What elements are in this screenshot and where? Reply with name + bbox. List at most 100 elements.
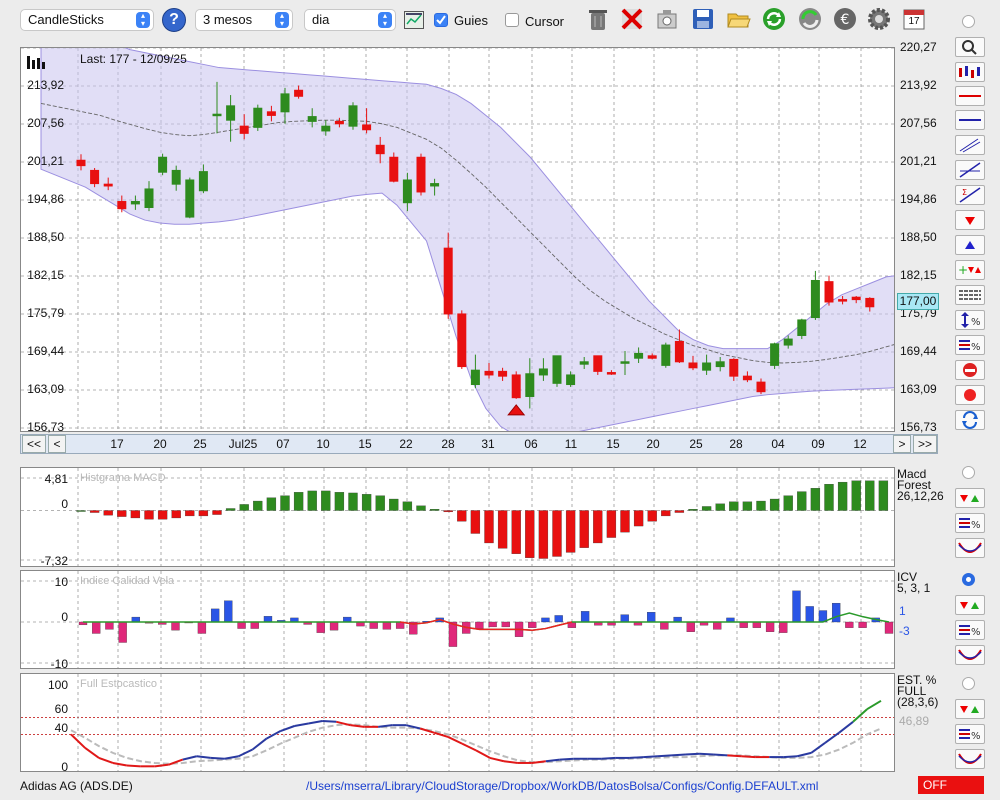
- stoch-k-segment: [294, 722, 309, 727]
- stoch-percent-button[interactable]: %: [955, 724, 985, 744]
- icv-value-neg: -3: [899, 624, 910, 638]
- icv-panel-radio[interactable]: [962, 573, 975, 586]
- open-folder-icon[interactable]: [726, 6, 752, 32]
- candle-body: [579, 361, 589, 365]
- trash-icon[interactable]: [585, 6, 611, 32]
- guides-checkbox[interactable]: [434, 13, 448, 27]
- sync-icon[interactable]: [797, 6, 823, 32]
- candle-body: [797, 319, 807, 336]
- stoch-curve-button[interactable]: [955, 749, 985, 769]
- status-toggle[interactable]: OFF: [918, 776, 984, 794]
- percent-scale-button[interactable]: %: [955, 310, 985, 330]
- icv-bar: [752, 621, 762, 628]
- nav-first-button[interactable]: <<: [22, 435, 46, 453]
- macd-bar: [511, 510, 521, 554]
- period-select[interactable]: 3 mesos ▴ ▾: [195, 9, 293, 31]
- candle-body: [742, 375, 752, 381]
- lines-list-button[interactable]: [955, 285, 985, 305]
- channel-button[interactable]: [955, 135, 985, 155]
- svg-text:%: %: [971, 731, 981, 742]
- signals-icon: [960, 495, 979, 502]
- date-tick: 22: [399, 437, 413, 451]
- candle-body: [185, 179, 195, 218]
- refresh-icon[interactable]: [761, 6, 787, 32]
- add-signal-button[interactable]: +: [955, 260, 985, 280]
- icv-signals-button[interactable]: [955, 595, 985, 615]
- main-panel-radio[interactable]: [962, 15, 975, 28]
- macd-bar: [633, 510, 644, 527]
- calendar-icon[interactable]: 17: [901, 6, 927, 32]
- interval-select[interactable]: dia ▴ ▾: [304, 9, 396, 31]
- icv-curve-button[interactable]: [955, 645, 985, 665]
- curve-icon: [958, 753, 982, 764]
- buy-signal-button[interactable]: [955, 235, 985, 255]
- macd-bar: [280, 495, 290, 511]
- swap-arrows-icon: [962, 411, 978, 429]
- candle-body: [307, 116, 317, 122]
- macd-curve-button[interactable]: [955, 538, 985, 558]
- candle-body: [715, 361, 725, 368]
- channel-icon: [959, 138, 981, 153]
- horizontal-blue-line-button[interactable]: [955, 110, 985, 130]
- signals-icon: [960, 602, 979, 609]
- date-tick: 25: [193, 437, 207, 451]
- zoom-button[interactable]: [955, 37, 985, 57]
- candle-body: [770, 343, 780, 366]
- stoch-k-segment: [796, 751, 812, 758]
- fibonacci-button[interactable]: Σ: [955, 185, 985, 205]
- record-button[interactable]: [955, 385, 985, 405]
- price-ytick-right: 188,50: [900, 230, 937, 244]
- trendline-icon: [959, 162, 981, 178]
- save-icon[interactable]: [690, 6, 716, 32]
- chart-type-select[interactable]: CandleSticks ▴ ▾: [20, 9, 154, 31]
- stoch-panel-radio[interactable]: [962, 677, 975, 690]
- stoch-k-segment: [657, 754, 672, 758]
- candle-body: [838, 299, 848, 302]
- macd-title: Histgrama MACD: [80, 472, 166, 484]
- price-ytick-right: 201,21: [900, 154, 937, 168]
- stoch-k-segment: [182, 755, 197, 761]
- date-tick: 11: [564, 437, 578, 451]
- icv-percent-button[interactable]: %: [955, 620, 985, 640]
- help-icon[interactable]: ?: [162, 8, 186, 32]
- trendline-button[interactable]: [955, 160, 985, 180]
- candle-body: [824, 281, 834, 303]
- candle-zoom-button[interactable]: [955, 62, 985, 82]
- macd-bar: [157, 510, 168, 520]
- icv-bar: [369, 621, 378, 629]
- macd-bar: [457, 510, 467, 522]
- export-icon[interactable]: [654, 6, 680, 32]
- macd-bar: [198, 510, 209, 517]
- nav-next-button[interactable]: >: [893, 435, 911, 453]
- icv-bar: [210, 608, 220, 623]
- currency-icon[interactable]: €: [832, 6, 858, 32]
- chart-settings-icon[interactable]: [404, 11, 424, 29]
- candle-body: [606, 372, 616, 375]
- calendar-day: 17: [908, 16, 920, 27]
- icv-bar: [647, 612, 656, 623]
- period-value: 3 mesos: [203, 12, 253, 27]
- horizontal-red-line-button[interactable]: [955, 86, 985, 106]
- candle-body: [90, 169, 100, 185]
- icv-label: ICV 5, 3, 1: [897, 571, 930, 594]
- candle-body: [525, 373, 535, 397]
- nav-last-button[interactable]: >>: [913, 435, 937, 453]
- percent-lines-button[interactable]: %: [955, 335, 985, 355]
- sell-signal-button[interactable]: [955, 210, 985, 230]
- svg-text:%: %: [971, 342, 981, 353]
- config-path-link[interactable]: /Users/mserra/Library/CloudStorage/Dropb…: [306, 779, 818, 793]
- delete-icon[interactable]: [619, 6, 645, 32]
- nav-prev-button[interactable]: <: [48, 435, 66, 453]
- stop-button[interactable]: [955, 360, 985, 380]
- cursor-label: Cursor: [525, 14, 565, 29]
- candle-body: [674, 340, 684, 363]
- stoch-k-segment: [503, 760, 519, 764]
- swap-button[interactable]: [955, 410, 985, 430]
- gear-icon[interactable]: [866, 6, 892, 32]
- macd-panel-radio[interactable]: [962, 466, 975, 479]
- macd-bar: [497, 510, 508, 549]
- macd-percent-button[interactable]: %: [955, 513, 985, 533]
- stoch-signals-button[interactable]: [955, 699, 985, 719]
- macd-signals-button[interactable]: [955, 488, 985, 508]
- cursor-checkbox[interactable]: [505, 13, 519, 27]
